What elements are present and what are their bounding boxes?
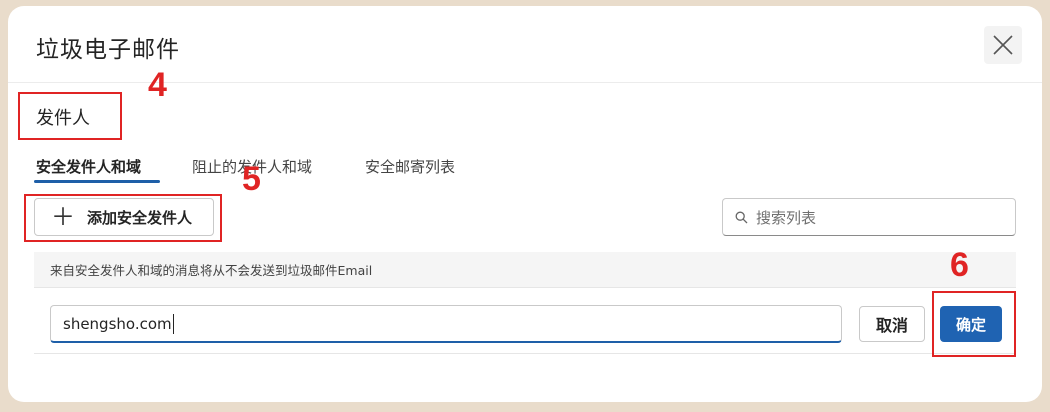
annotation-box-ok [932,291,1016,357]
dialog-title: 垃圾电子邮件 [36,37,180,63]
search-input[interactable]: 搜索列表 [722,198,1016,236]
annotation-step-4: 4 [148,66,167,104]
annotation-step-6: 6 [950,246,969,284]
search-placeholder: 搜索列表 [756,208,817,227]
close-button[interactable] [984,26,1022,64]
annotation-box-section [18,92,122,140]
safe-sender-input[interactable]: shengsho.com [50,305,842,343]
cancel-button[interactable]: 取消 [859,306,925,342]
active-tab-indicator [34,180,160,183]
text-caret [172,313,174,334]
search-icon [735,211,748,223]
close-icon [993,35,1013,55]
info-text: 来自安全发件人和域的消息将从不会发送到垃圾邮件Email [50,263,373,278]
info-bar: 来自安全发件人和域的消息将从不会发送到垃圾邮件Email [34,252,1016,288]
row-divider [34,353,1016,354]
annotation-box-add [24,194,222,242]
annotation-step-5: 5 [242,160,261,198]
tab-safe-senders[interactable]: 安全发件人和域 [36,156,141,177]
tab-safe-mailing-lists[interactable]: 安全邮寄列表 [365,156,455,177]
safe-sender-value: shengsho.com [63,314,172,333]
